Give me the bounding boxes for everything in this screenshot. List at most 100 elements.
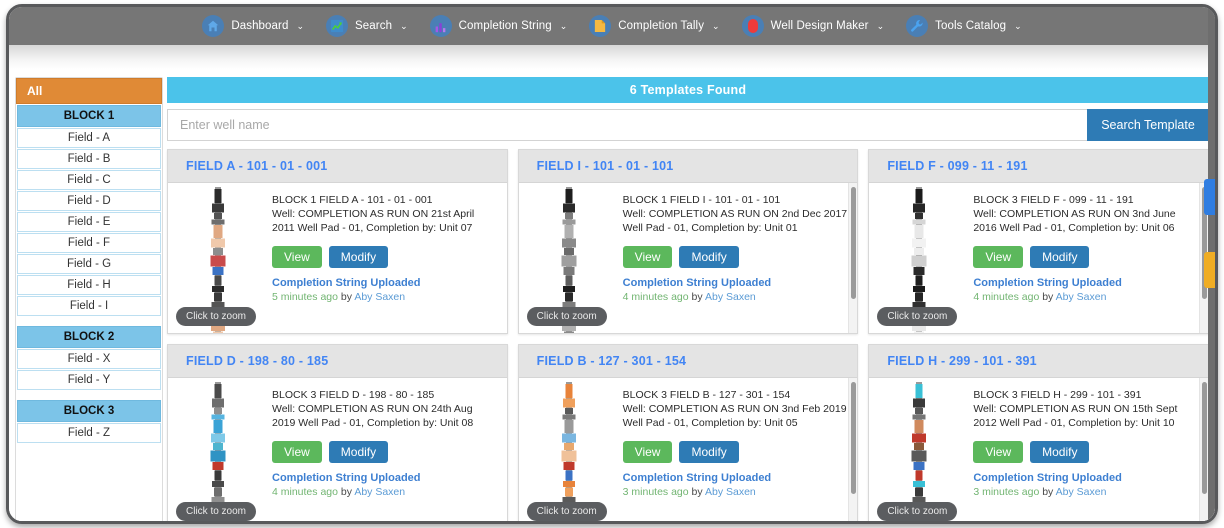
upload-status[interactable]: Completion String Uploaded [272,472,499,484]
home-icon [202,15,225,37]
sidebar-block-block-1[interactable]: BLOCK 1 [17,105,161,127]
sidebar-item-fieldg[interactable]: Field - G [17,254,161,274]
sidebar-item-fielde[interactable]: Field - E [17,212,161,232]
by-label: by [340,291,352,303]
modify-button[interactable]: Modify [328,246,389,268]
nav-item-search[interactable]: Search ⌄ [315,7,419,45]
search-row: Search Template [167,109,1209,141]
sidebar-block-block-2[interactable]: BLOCK 2 [17,326,161,348]
modify-button[interactable]: Modify [1030,246,1090,268]
upload-meta: 3 minutes ago by Aby Saxen [623,486,850,498]
card-line-1: BLOCK 1 FIELD I - 101 - 01 - 101 [622,194,781,206]
sidebar-item-all[interactable]: All [16,78,162,104]
card-scrollbar[interactable] [848,378,858,521]
view-button[interactable]: View [973,441,1024,463]
upload-meta: 3 minutes ago by Aby Saxen [973,486,1200,498]
sidebar-item-fieldh[interactable]: Field - H [17,275,161,295]
card-header: FIELD A - 101 - 01 - 001 [168,150,507,183]
upload-time: 4 minutes ago [272,486,338,498]
modify-button[interactable]: Modify [328,441,389,463]
completion-string-thumbnail[interactable]: Click to zoom [519,378,619,521]
view-button[interactable]: View [272,246,322,268]
sidebar-item-fieldb[interactable]: Field - B [17,149,161,169]
nav-shadow-strip [9,45,1215,69]
card-scrollbar-thumb[interactable] [851,187,857,299]
yellow-side-tab[interactable] [1204,252,1215,288]
upload-status[interactable]: Completion String Uploaded [623,472,850,484]
nav-item-completion-string[interactable]: Completion String ⌄ [419,7,579,45]
modify-button[interactable]: Modify [679,246,739,268]
search-template-button[interactable]: Search Template [1087,109,1209,141]
search-input[interactable] [167,109,1087,141]
uploader-name[interactable]: Aby Saxen [705,486,756,498]
click-to-zoom-button[interactable]: Click to zoom [877,307,958,326]
click-to-zoom-button[interactable]: Click to zoom [526,307,607,326]
card-line-2: Well: COMPLETION AS RUN ON 15th Sept [973,403,1178,415]
view-button[interactable]: View [622,246,673,268]
sidebar-item-fieldc[interactable]: Field - C [17,170,161,190]
card-scrollbar-thumb[interactable] [851,382,857,494]
chevron-down-icon: ⌄ [296,20,305,31]
view-button[interactable]: View [272,441,322,463]
click-to-zoom-button[interactable]: Click to zoom [176,307,257,326]
sidebar-item-fieldi[interactable]: Field - I [17,296,161,316]
card-line-3: Well Pad - 01, Completion by: Unit 01 [622,222,798,234]
nav-item-tools-catalog[interactable]: Tools Catalog ⌄ [895,7,1033,45]
sidebar-item-fieldf[interactable]: Field - F [17,233,161,253]
uploader-name[interactable]: Aby Saxen [1056,486,1107,498]
card-actions: View Modify [622,441,850,463]
blue-side-tab[interactable] [1204,179,1215,215]
card-scrollbar[interactable] [848,183,858,333]
template-card[interactable]: FIELD D - 198 - 80 - 185 Click to zoom BLO… [167,344,508,521]
bar-chart-icon [429,15,452,37]
card-body: Click to zoom BLOCK 1 FIELD I - 101 - 01 … [519,183,858,333]
upload-status[interactable]: Completion String Uploaded [973,277,1200,289]
field-sidebar: All BLOCK 1 Field - A Field - B Field - C Fi… [15,77,163,521]
nav-item-well-design-maker[interactable]: Well Design Maker ⌄ [731,7,896,45]
completion-string-thumbnail[interactable]: Click to zoom [168,183,268,333]
modify-button[interactable]: Modify [679,441,739,463]
sidebar-item-fieldx[interactable]: Field - X [17,349,161,369]
uploader-name[interactable]: Aby Saxen [354,291,405,303]
nav-item-dashboard[interactable]: Dashboard ⌄ [191,7,315,45]
click-to-zoom-button[interactable]: Click to zoom [176,502,257,521]
view-button[interactable]: View [973,246,1024,268]
sidebar-block-block-3[interactable]: BLOCK 3 [17,400,161,422]
chart-line-icon [326,15,349,37]
upload-status[interactable]: Completion String Uploaded [973,472,1200,484]
card-body: Click to zoom BLOCK 3 FIELD F - 099 - 11 … [869,183,1208,333]
completion-string-thumbnail[interactable]: Click to zoom [869,183,969,333]
chevron-down-icon: ⌄ [559,20,568,31]
template-card[interactable]: FIELD I - 101 - 01 - 101 Click to zoom BLO… [517,149,859,334]
uploader-name[interactable]: Aby Saxen [705,291,756,303]
template-card[interactable]: FIELD F - 099 - 11 - 191 Click to zoom BLO… [868,149,1209,334]
upload-time: 3 minutes ago [973,486,1040,498]
by-label: by [340,486,352,498]
sidebar-item-fieldz[interactable]: Field - Z [17,423,161,443]
template-card[interactable]: FIELD H - 299 - 101 - 391 Click to zoom BL… [868,344,1209,521]
template-card[interactable]: FIELD A - 101 - 01 - 001 Click to zoom BLO… [167,149,508,334]
nav-item-completion-tally[interactable]: Completion Tally ⌄ [578,7,730,45]
upload-meta: 5 minutes ago by Aby Saxen [272,291,499,303]
card-line-1: BLOCK 3 FIELD B - 127 - 301 - 154 [622,389,791,401]
card-scrollbar[interactable] [1198,378,1208,521]
completion-string-thumbnail[interactable]: Click to zoom [168,378,268,521]
template-card[interactable]: FIELD B - 127 - 301 - 154 Click to zoom BL… [517,344,859,521]
sidebar-item-fieldd[interactable]: Field - D [17,191,161,211]
click-to-zoom-button[interactable]: Click to zoom [526,502,607,521]
modify-button[interactable]: Modify [1030,441,1090,463]
card-scrollbar-thumb[interactable] [1201,382,1207,494]
view-button[interactable]: View [622,441,673,463]
sidebar-item-fieldy[interactable]: Field - Y [17,370,161,390]
sidebar-item-fielda[interactable]: Field - A [17,128,161,148]
upload-status[interactable]: Completion String Uploaded [623,277,850,289]
card-line-2: Well: COMPLETION AS RUN ON 3nd Feb 2019 [622,403,847,415]
uploader-name[interactable]: Aby Saxen [354,486,405,498]
upload-meta: 4 minutes ago by Aby Saxen [272,486,499,498]
uploader-name[interactable]: Aby Saxen [1056,291,1107,303]
completion-string-thumbnail[interactable]: Click to zoom [519,183,619,333]
click-to-zoom-button[interactable]: Click to zoom [877,502,958,521]
completion-string-thumbnail[interactable]: Click to zoom [869,378,969,521]
upload-status[interactable]: Completion String Uploaded [272,277,499,289]
